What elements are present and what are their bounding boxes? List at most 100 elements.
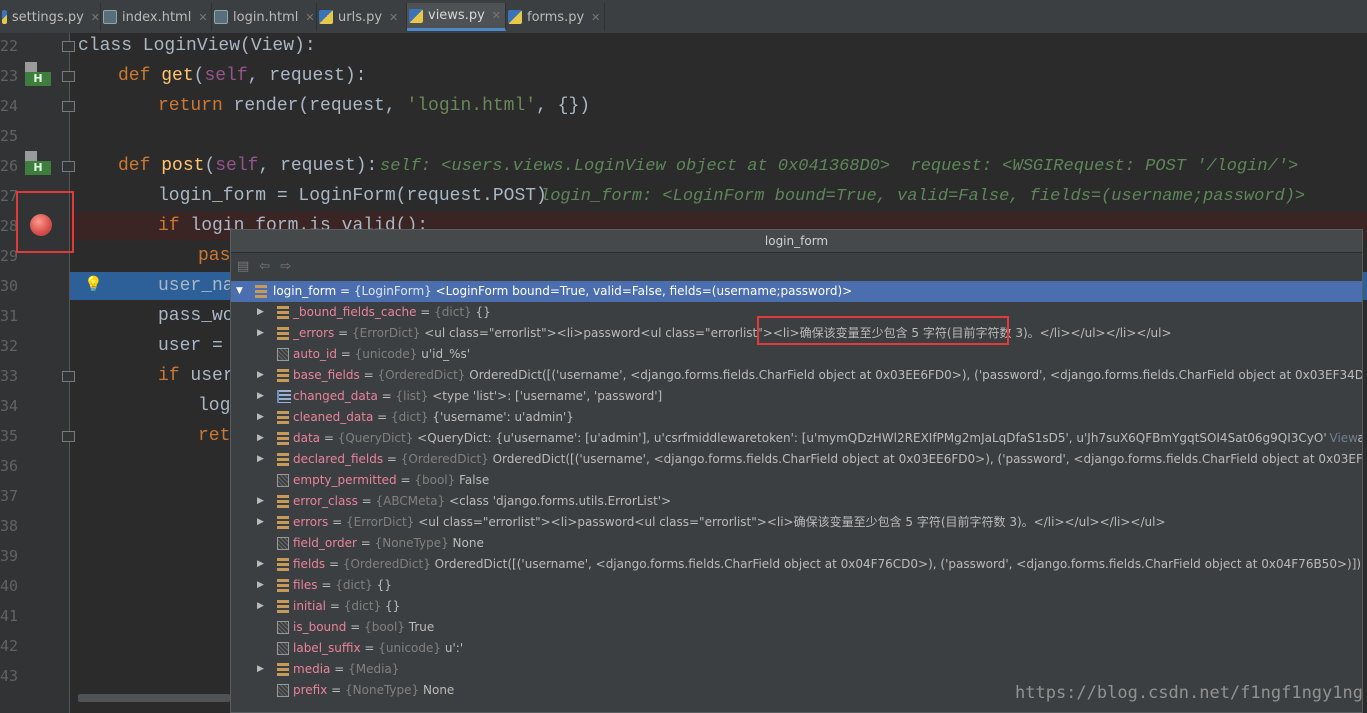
line-number: 25 — [0, 127, 19, 145]
variable-row-login-form[interactable]: ▼ login_form = {LoginForm} <LoginForm bou… — [231, 281, 1362, 302]
fold-marker-icon[interactable] — [62, 41, 75, 52]
code-line-32[interactable]: user = — [158, 336, 234, 356]
variable-row-label-suffix[interactable]: label_suffix = {unicode} u':' — [231, 638, 1362, 659]
expand-arrow-icon[interactable]: ▶ — [257, 491, 264, 512]
expand-arrow-icon[interactable]: ▶ — [257, 449, 264, 470]
variable-row-empty-permitted[interactable]: empty_permitted = {bool} False — [231, 470, 1362, 491]
variable-value: u'id_%s' — [421, 347, 471, 361]
expand-arrow-icon[interactable]: ▶ — [257, 386, 264, 407]
expand-arrow-icon[interactable]: ▶ — [257, 302, 264, 323]
debug-variable-popup[interactable]: login_form ▤ ⇦ ⇨ ▼ login_form = {LoginFor… — [230, 229, 1363, 713]
close-icon[interactable]: ✕ — [492, 9, 501, 22]
code-line-31[interactable]: pass_wo — [158, 306, 234, 326]
variable-row-is-bound[interactable]: is_bound = {bool} True — [231, 617, 1362, 638]
tab-urls-py[interactable]: urls.py ✕ — [317, 3, 407, 31]
variable-row-files[interactable]: ▶ files = {dict} {} — [231, 575, 1362, 596]
variable-row-base-fields[interactable]: ▶ base_fields = {OrderedDict} OrderedDict… — [231, 365, 1362, 386]
breakpoint-icon[interactable] — [30, 214, 52, 236]
expand-arrow-icon[interactable]: ▶ — [257, 323, 264, 344]
line-number: 40 — [0, 577, 19, 595]
line-number: 26 — [0, 157, 19, 175]
expand-arrow-icon[interactable]: ▶ — [257, 596, 264, 617]
method-override-icon[interactable]: H — [25, 62, 51, 88]
line-number: 43 — [0, 667, 19, 685]
close-icon[interactable]: ✕ — [91, 11, 100, 24]
variable-row-errors[interactable]: ▶ errors = {ErrorDict} <ul class="errorli… — [231, 512, 1362, 533]
object-variable-icon — [277, 432, 289, 445]
variable-text: media = {Media} — [293, 662, 400, 676]
close-icon[interactable]: ✕ — [389, 11, 398, 24]
object-variable-icon — [255, 285, 267, 298]
variable-row-cleaned-data[interactable]: ▶ cleaned_data = {dict} {'username': u'ad… — [231, 407, 1362, 428]
expand-arrow-icon[interactable]: ▶ — [257, 365, 264, 386]
popup-title: login_form — [231, 230, 1362, 253]
expand-arrow-icon[interactable]: ▶ — [257, 554, 264, 575]
variable-row-error-class[interactable]: ▶ error_class = {ABCMeta} <class 'django.… — [231, 491, 1362, 512]
code-line-24[interactable]: return render(request, 'login.html', {}) — [158, 96, 590, 116]
variable-row-auto-id[interactable]: auto_id = {unicode} u'id_%s' — [231, 344, 1362, 365]
tab-views-py[interactable]: views.py ✕ — [407, 3, 506, 31]
fold-marker-icon[interactable] — [62, 71, 75, 82]
collapse-arrow-icon[interactable]: ▼ — [236, 281, 243, 302]
line-number: 39 — [0, 547, 19, 565]
fold-marker-icon[interactable] — [62, 371, 75, 382]
line-number: 32 — [0, 337, 19, 355]
variable-type: {NoneType} — [374, 536, 449, 550]
variable-name: changed_data — [293, 389, 378, 403]
expand-arrow-icon[interactable]: ▶ — [257, 659, 264, 680]
expand-arrow-icon[interactable]: ▶ — [257, 407, 264, 428]
tab-settings-py[interactable]: settings.py ✕ — [0, 3, 101, 31]
code-line-35[interactable]: ret — [198, 426, 230, 446]
variable-type: {ErrorDict} — [352, 326, 421, 340]
variable-value: OrderedDict([('username', <django.forms.… — [434, 557, 1362, 571]
variable-row-declared-fields[interactable]: ▶ declared_fields = {OrderedDict} Ordered… — [231, 449, 1362, 470]
tab-forms-py[interactable]: forms.py ✕ — [506, 3, 605, 31]
expand-arrow-icon[interactable]: ▶ — [257, 512, 264, 533]
back-arrow-icon[interactable]: ⇦ — [259, 259, 270, 274]
object-variable-icon — [277, 453, 289, 466]
expand-arrow-icon[interactable]: ▶ — [257, 575, 264, 596]
close-icon[interactable]: ✕ — [198, 11, 207, 24]
code-line-33[interactable]: if user — [158, 366, 234, 386]
view-link[interactable]: View — [1325, 428, 1358, 449]
expand-arrow-icon[interactable]: ▶ — [257, 428, 264, 449]
variable-text: label_suffix = {unicode} u':' — [293, 641, 464, 655]
code-line-22[interactable]: class LoginView(View): — [78, 36, 316, 56]
close-icon[interactable]: ✕ — [305, 11, 314, 24]
horizontal-scrollbar[interactable] — [78, 694, 230, 702]
variable-row-data[interactable]: ▶ data = {QueryDict} <QueryDict: {u'usern… — [231, 428, 1362, 449]
variable-row-fields[interactable]: ▶ fields = {OrderedDict} OrderedDict([('u… — [231, 554, 1362, 575]
line-number: 22 — [0, 37, 19, 55]
line-number: 34 — [0, 397, 19, 415]
tab-label: urls.py — [338, 9, 383, 25]
line-number: 36 — [0, 457, 19, 475]
tab-login-html[interactable]: login.html ✕ — [212, 3, 317, 31]
fold-marker-icon[interactable] — [62, 101, 75, 112]
variable-text: fields = {OrderedDict} OrderedDict([('us… — [293, 557, 1362, 571]
html-file-icon — [103, 10, 117, 24]
folder-icon[interactable]: ▤ — [237, 259, 249, 274]
fold-marker-icon[interactable] — [62, 431, 75, 442]
forward-arrow-icon[interactable]: ⇨ — [280, 259, 291, 274]
code-line-27[interactable]: login_form = LoginForm(request.POST) — [158, 186, 547, 206]
code-line-34[interactable]: log — [198, 396, 230, 416]
code-line-30[interactable]: user_na — [158, 276, 234, 296]
code-line-23[interactable]: def get(self, request): — [118, 66, 366, 86]
lightbulb-icon[interactable]: 💡 — [84, 275, 103, 293]
tab-index-html[interactable]: index.html ✕ — [101, 3, 212, 31]
variable-row-initial[interactable]: ▶ initial = {dict} {} — [231, 596, 1362, 617]
code-line-29[interactable]: pas — [198, 246, 230, 266]
primitive-variable-icon — [277, 684, 289, 697]
variable-value: <type 'list'>: ['username', 'password'] — [432, 389, 663, 403]
method-override-icon[interactable]: H — [25, 151, 51, 177]
variable-type: {bool} — [414, 473, 456, 487]
tab-label: forms.py — [527, 9, 585, 25]
primitive-variable-icon — [277, 642, 289, 655]
variable-row-media[interactable]: ▶ media = {Media} — [231, 659, 1362, 680]
variable-value: OrderedDict([('username', <django.forms.… — [492, 452, 1362, 466]
code-line-26[interactable]: def post(self, request): — [118, 156, 377, 176]
variable-row-changed-data[interactable]: ▶ changed_data = {list} <type 'list'>: ['… — [231, 386, 1362, 407]
variable-row-field-order[interactable]: field_order = {NoneType} None — [231, 533, 1362, 554]
close-icon[interactable]: ✕ — [591, 11, 600, 24]
fold-marker-icon[interactable] — [62, 161, 75, 172]
